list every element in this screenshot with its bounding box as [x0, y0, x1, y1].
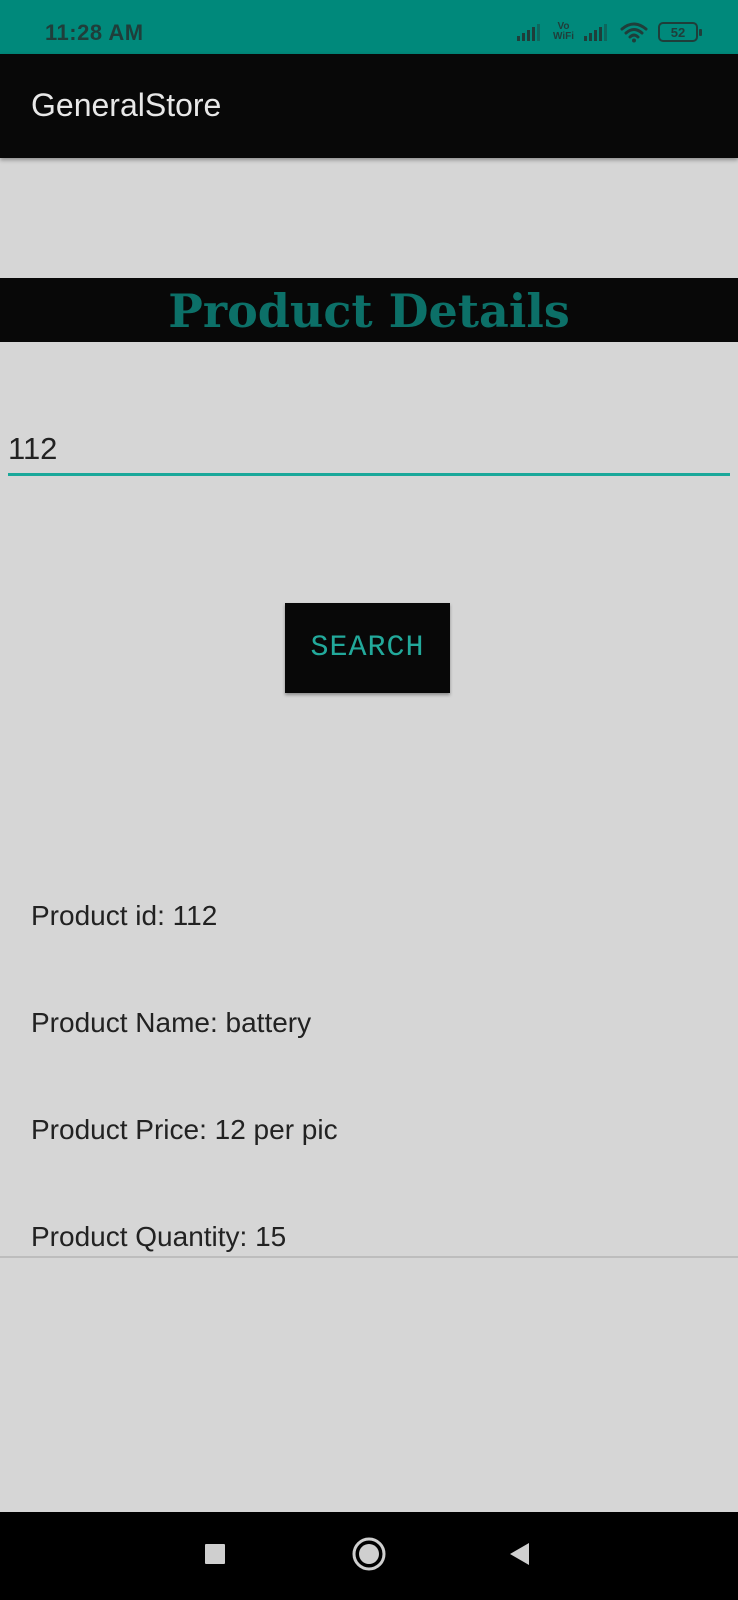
- status-icons: Vo WiFi 52: [516, 18, 702, 46]
- wifi-icon: [620, 21, 648, 43]
- home-button[interactable]: [324, 1512, 414, 1600]
- signal-icon: [516, 23, 543, 41]
- back-button[interactable]: [475, 1512, 565, 1600]
- search-button[interactable]: SEARCH: [285, 603, 450, 693]
- divider: [0, 1256, 738, 1258]
- home-icon: [351, 1536, 387, 1577]
- recents-button[interactable]: [170, 1512, 260, 1600]
- product-price-text: Product Price: 12 per pic: [31, 1114, 338, 1145]
- navigation-bar: [0, 1512, 738, 1600]
- status-bar: 11:28 AM Vo WiFi 52: [0, 0, 738, 54]
- product-name-text: Product Name: battery: [31, 1007, 312, 1038]
- battery-icon: 52: [658, 22, 702, 42]
- vowifi-bottom: WiFi: [552, 31, 574, 42]
- screen: 11:28 AM Vo WiFi 52 GeneralStore Product…: [0, 0, 738, 1600]
- signal-icon: [584, 23, 610, 41]
- status-time: 11:28 AM: [45, 20, 144, 45]
- recents-icon: [203, 1542, 227, 1571]
- app-bar: GeneralStore: [0, 54, 738, 158]
- page-title: Product Details: [168, 284, 570, 338]
- vowifi-icon: Vo WiFi: [553, 22, 574, 42]
- app-title: GeneralStore: [31, 87, 222, 123]
- product-id-input[interactable]: [8, 424, 730, 476]
- back-icon: [507, 1541, 533, 1572]
- heading-band: Product Details: [0, 278, 738, 342]
- product-id-text: Product id: 112: [31, 900, 218, 931]
- product-quantity-text: Product Quantity: 15: [31, 1221, 287, 1252]
